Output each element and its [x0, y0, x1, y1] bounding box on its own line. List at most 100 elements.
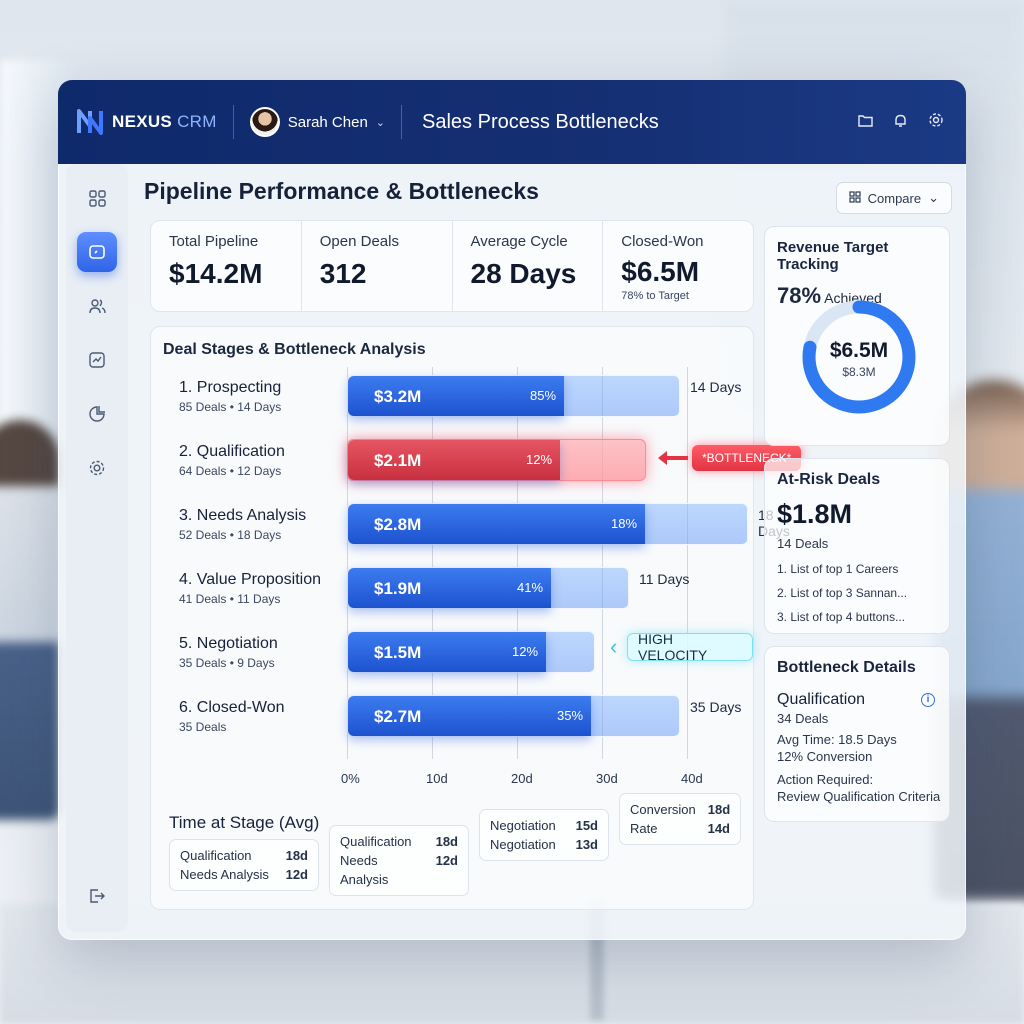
top-bar: NEXUS CRM Sarah Chen ⌄ Sales Process Bot… [58, 80, 966, 164]
tas-value: 18d [707, 802, 731, 817]
brand-name: NEXUS [112, 112, 173, 131]
revenue-target-card[interactable]: Revenue Target Tracking 78% Achieved $6.… [764, 226, 950, 446]
stage-name: 1. Prospecting [179, 379, 282, 396]
stage-label: 1. Prospecting 85 Deals • 14 Days [179, 379, 281, 414]
stage-bar[interactable]: $3.2M 85% [347, 375, 680, 417]
list-item[interactable]: 2. List of top 3 Sannan... [777, 581, 949, 605]
tas-value: 12d [285, 867, 308, 882]
at-risk-title: At-Risk Deals [777, 471, 881, 488]
user-menu[interactable]: Sarah Chen ⌄ [249, 107, 386, 137]
gear-icon[interactable] [928, 112, 944, 132]
stage-bar[interactable]: $2.8M 18% [347, 503, 748, 545]
tas-key: Qualification [340, 834, 412, 849]
compare-button[interactable]: Compare ⌄ [835, 182, 952, 214]
tas-key: Needs Analysis [340, 853, 389, 887]
list-item[interactable]: 3. List of top 4 buttons... [777, 605, 949, 629]
at-risk-card[interactable]: At-Risk Deals $1.8M 14 Deals 1. List of … [764, 458, 950, 634]
kpi-label: Open Deals [319, 233, 399, 250]
info-icon[interactable]: i [921, 693, 935, 707]
tas-key: Qualification [180, 848, 252, 863]
kpi-sub: 78% to Target [621, 290, 689, 302]
stage-bar[interactable]: $2.7M 35% [347, 695, 680, 737]
tas-key: Conversion [630, 802, 696, 817]
axis-tick-label: 30d [596, 771, 618, 786]
stage-pct: 12% [512, 644, 539, 659]
kpi-average-cycle[interactable]: Average Cycle 28 Days [453, 221, 604, 311]
stage-name: 6. Closed-Won [179, 699, 285, 716]
stage-label: 6. Closed-Won 35 Deals [179, 699, 285, 734]
stage-name: 5. Negotiation [179, 635, 278, 652]
stage-amount: $2.7M [374, 707, 422, 726]
bell-icon[interactable] [893, 113, 908, 132]
stage-sub: 35 Deals • 9 Days [179, 656, 275, 670]
stage-amount: $1.5M [374, 643, 422, 662]
stage-amount: $1.9M [374, 579, 422, 598]
stage-amount: $2.8M [374, 515, 422, 534]
chart-icon[interactable] [77, 340, 117, 380]
sidebar [66, 164, 128, 932]
pie-icon[interactable] [77, 394, 117, 434]
kpi-value: $14.2M [169, 258, 263, 289]
time-at-stage-box: Conversion 18d Rate 14d [619, 793, 741, 845]
kpi-value: $6.5M [621, 256, 700, 287]
stage-amount: $3.2M [374, 387, 422, 406]
tas-value: 13d [575, 837, 598, 852]
kpi-value: 312 [319, 258, 367, 289]
revenue-title: Revenue Target Tracking [777, 239, 889, 273]
deal-stages-card: Deal Stages & Bottleneck Analysis 0% 10d 2… [150, 326, 802, 910]
logo[interactable]: NEXUS CRM [76, 108, 217, 136]
nexus-logo-icon [76, 108, 106, 136]
kpi-total-pipeline[interactable]: Total Pipeline $14.2M [151, 221, 302, 311]
tas-key: Negotiation [490, 837, 556, 852]
chevron-down-icon: ⌄ [375, 116, 386, 129]
tas-value: 18d [435, 834, 458, 849]
kpi-label: Closed-Won [621, 233, 704, 250]
stage-name: 3. Needs Analysis [179, 507, 307, 524]
tas-key: Needs Analysis [180, 867, 269, 882]
at-risk-count: 14 Deals [777, 536, 829, 551]
folder-icon[interactable] [858, 113, 873, 131]
bottleneck-deals: 34 Deals [777, 711, 829, 726]
stage-pct: 35% [557, 708, 584, 723]
kpi-label: Total Pipeline [169, 233, 259, 250]
gridline [687, 367, 688, 759]
stage-sub: 64 Deals • 12 Days [179, 464, 282, 478]
avatar [249, 107, 280, 137]
bottleneck-details-card[interactable]: Bottleneck Details i Qualification 34 De… [764, 646, 950, 822]
stage-name: 2. Qualification [179, 443, 285, 460]
tas-value: 18d [285, 848, 308, 863]
stage-label: 2. Qualification 64 Deals • 12 Days [179, 443, 285, 478]
stage-pct: 12% [526, 452, 553, 467]
stage-sub: 85 Deals • 14 Days [179, 400, 282, 414]
stage-pct: 85% [530, 388, 557, 403]
stage-label: 5. Negotiation 35 Deals • 9 Days [179, 635, 278, 670]
kpi-label: Average Cycle [470, 233, 568, 250]
stage-sub: 41 Deals • 11 Days [179, 592, 281, 606]
stage-name: 4. Value Proposition [179, 571, 322, 588]
stage-bar[interactable]: $1.9M 41% [347, 567, 629, 609]
logout-icon[interactable] [77, 876, 117, 916]
stage-pct: 41% [517, 580, 544, 595]
donut-value: $6.5M [829, 339, 889, 362]
settings-icon[interactable] [77, 448, 117, 488]
tas-key: Rate [630, 821, 658, 836]
user-name: Sarah Chen [287, 113, 368, 131]
grid-icon[interactable] [77, 178, 117, 218]
stage-amount: $2.1M [374, 451, 422, 470]
kpi-value: 28 Days [470, 258, 577, 289]
kpi-open-deals[interactable]: Open Deals 312 [302, 221, 453, 311]
dashboard-panel: NEXUS CRM Sarah Chen ⌄ Sales Process Bot… [58, 80, 966, 940]
kpi-closed-won[interactable]: Closed-Won $6.5M 78% to Target [603, 221, 753, 311]
donut-target: $8.3M [842, 365, 876, 379]
users-icon[interactable] [77, 286, 117, 326]
stage-bar[interactable]: $1.5M 12% [347, 631, 595, 673]
page-title: Pipeline Performance & Bottlenecks [144, 178, 539, 204]
at-risk-list: 1. List of top 1 Careers 2. List of top … [765, 551, 949, 629]
divider [401, 105, 403, 139]
stage-bar[interactable]: $2.1M 12% [347, 439, 646, 481]
list-item[interactable]: 1. List of top 1 Careers [777, 557, 949, 581]
dashboard-icon[interactable] [77, 232, 117, 272]
axis-tick-label: 20d [511, 771, 533, 786]
bottleneck-stage: Qualification [777, 691, 866, 708]
stage-sub: 35 Deals [179, 720, 227, 734]
